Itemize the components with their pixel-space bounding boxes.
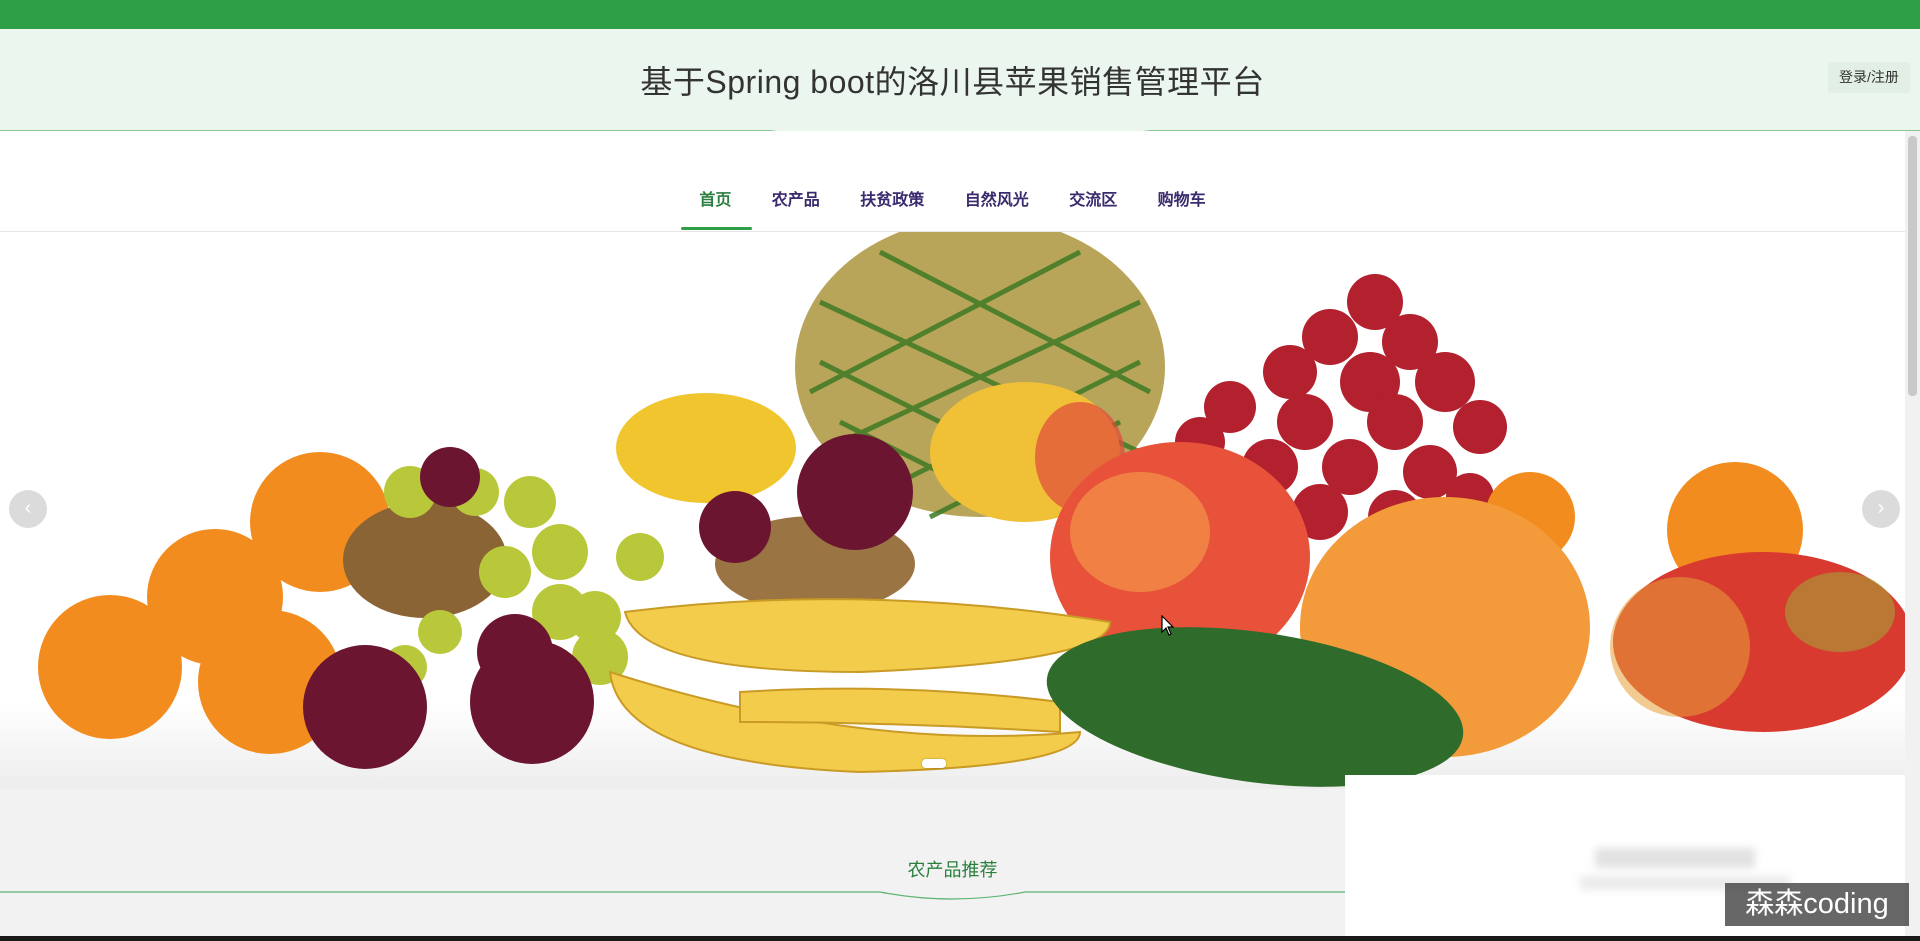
nav-item-forum[interactable]: 交流区 bbox=[1069, 186, 1117, 210]
watermark-label: 森森coding bbox=[1725, 883, 1909, 926]
carousel-banner[interactable] bbox=[0, 232, 1920, 789]
nav-item-cart[interactable]: 购物车 bbox=[1158, 186, 1206, 210]
carousel-dot-active[interactable] bbox=[922, 759, 946, 768]
bananas-illustration bbox=[608, 598, 1112, 774]
carousel-prev-button[interactable]: ‹ bbox=[9, 490, 47, 528]
site-title: 基于Spring boot的洛川县苹果销售管理平台 bbox=[640, 64, 1265, 100]
carousel-next-button[interactable]: › bbox=[1862, 490, 1900, 528]
nav-menu: 首页 农产品 扶贫政策 自然风光 交流区 购物车 bbox=[0, 186, 1905, 210]
blurred-overlay-text bbox=[1595, 848, 1755, 868]
main-nav bbox=[0, 131, 1905, 232]
nav-item-home[interactable]: 首页 bbox=[699, 186, 731, 210]
nav-item-scenery[interactable]: 自然风光 bbox=[965, 186, 1029, 210]
lemon-illustration bbox=[616, 393, 796, 503]
nav-item-products[interactable]: 农产品 bbox=[772, 186, 820, 210]
login-register-button[interactable]: 登录/注册 bbox=[1828, 62, 1910, 93]
mouse-cursor-icon bbox=[1161, 615, 1175, 636]
scrollbar-thumb[interactable] bbox=[1908, 136, 1917, 396]
fruit-banner-image bbox=[38, 232, 1913, 787]
bottom-edge bbox=[0, 936, 1920, 941]
nav-item-poverty-policy[interactable]: 扶贫政策 bbox=[860, 186, 924, 210]
top-accent-bar bbox=[0, 0, 1920, 29]
nav-active-indicator bbox=[681, 227, 752, 230]
